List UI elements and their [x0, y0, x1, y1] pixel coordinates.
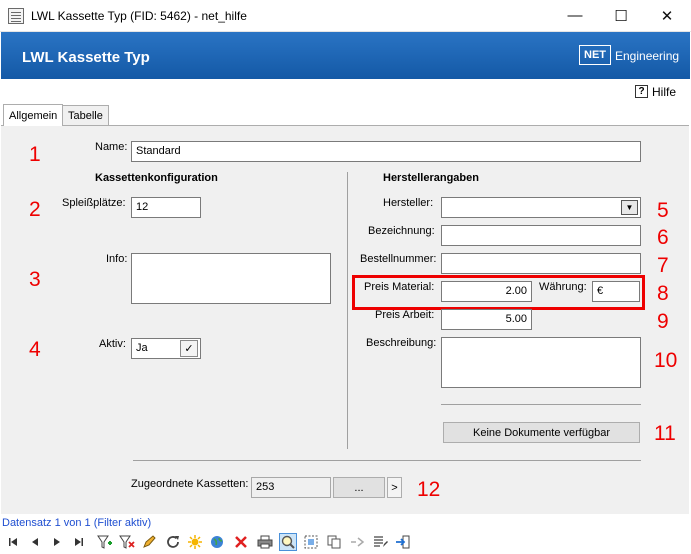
select-area-icon[interactable] [302, 533, 320, 551]
connect-icon[interactable] [348, 533, 366, 551]
aktiv-label: Aktiv: [99, 338, 126, 350]
vertical-divider [347, 172, 348, 449]
hersteller-label: Hersteller: [383, 197, 434, 209]
window-title: LWL Kassette Typ (FID: 5462) - net_hilfe [31, 9, 247, 23]
record-status: Datensatz 1 von 1 (Filter aktiv) [2, 517, 152, 529]
annotation-5: 5 [657, 199, 669, 222]
annotation-12: 12 [417, 478, 441, 501]
preis-material-input[interactable]: 2.00 [441, 281, 532, 302]
kassetten-value: 253 [251, 477, 331, 498]
add-filter-icon[interactable] [96, 533, 114, 551]
delete-icon[interactable] [232, 533, 250, 551]
globe-icon[interactable] [208, 533, 226, 551]
preis-material-label: Preis Material: [364, 281, 435, 293]
info-textarea[interactable] [131, 253, 331, 304]
kassetten-label: Zugeordnete Kassetten: [131, 478, 249, 490]
beschreibung-label: Beschreibung: [366, 337, 437, 349]
annotation-2: 2 [29, 198, 41, 221]
kassetten-next-button[interactable]: > [387, 477, 402, 498]
list-edit-icon[interactable] [371, 533, 389, 551]
hersteller-select[interactable] [441, 197, 641, 218]
aktiv-value: Ja [136, 342, 148, 354]
annotation-6: 6 [657, 226, 669, 249]
bottom-divider [133, 460, 641, 461]
tab-tabelle[interactable]: Tabelle [62, 105, 109, 125]
edit-pencil-icon[interactable] [140, 533, 158, 551]
spleissplaetze-input[interactable]: 12 [131, 197, 201, 218]
section-kassettenkonfiguration: Kassettenkonfiguration [95, 172, 218, 184]
annotation-1: 1 [29, 143, 41, 166]
next-record-icon[interactable] [48, 533, 66, 551]
kassetten-browse-button[interactable]: ... [333, 477, 385, 498]
spleissplaetze-label: Spleißplätze: [62, 197, 126, 209]
zoom-icon[interactable] [279, 533, 297, 551]
annotation-3: 3 [29, 268, 41, 291]
close-button[interactable]: ✕ [644, 0, 690, 31]
preis-arbeit-input[interactable]: 5.00 [441, 309, 532, 330]
bezeichnung-label: Bezeichnung: [368, 225, 435, 237]
maximize-button[interactable]: ☐ [598, 0, 644, 31]
dropdown-arrow-icon[interactable]: ▼ [621, 200, 638, 215]
bezeichnung-input[interactable] [441, 225, 641, 246]
minimize-button[interactable]: — [552, 0, 598, 31]
tab-allgemein[interactable]: Allgemein [3, 104, 64, 126]
waehrung-label: Währung: [539, 281, 587, 293]
new-record-icon[interactable] [186, 533, 204, 551]
form-title: LWL Kassette Typ [22, 49, 150, 66]
aktiv-check-icon[interactable]: ✓ [180, 340, 198, 357]
annotation-9: 9 [657, 310, 669, 333]
bestellnummer-label: Bestellnummer: [360, 253, 437, 265]
name-input[interactable]: Standard [131, 141, 641, 162]
annotation-7: 7 [657, 254, 669, 277]
help-link[interactable]: Hilfe [652, 85, 676, 99]
bestellnummer-input[interactable] [441, 253, 641, 274]
form-header: LWL Kassette Typ NET Engineering [1, 32, 690, 79]
copy-icon[interactable] [325, 533, 343, 551]
refresh-icon[interactable] [164, 533, 182, 551]
print-icon[interactable] [256, 533, 274, 551]
previous-record-icon[interactable] [26, 533, 44, 551]
app-table-icon [8, 8, 24, 24]
right-divider [441, 404, 641, 405]
beschreibung-textarea[interactable] [441, 337, 641, 388]
help-icon[interactable]: ? [635, 85, 648, 98]
annotation-4: 4 [29, 338, 41, 361]
first-record-icon[interactable] [4, 533, 22, 551]
waehrung-input[interactable]: € [592, 281, 640, 302]
annotation-10: 10 [654, 349, 678, 372]
annotation-11: 11 [654, 422, 676, 445]
net-logo: NET [579, 45, 611, 65]
info-label: Info: [106, 253, 128, 265]
last-record-icon[interactable] [70, 533, 88, 551]
section-herstellerangaben: Herstellerangaben [383, 172, 479, 184]
logo-text: Engineering [615, 49, 680, 63]
name-label: Name: [95, 141, 128, 153]
annotation-8: 8 [657, 282, 669, 305]
remove-filter-icon[interactable] [118, 533, 136, 551]
preis-arbeit-label: Preis Arbeit: [375, 309, 435, 321]
window-titlebar: LWL Kassette Typ (FID: 5462) - net_hilfe… [0, 0, 691, 32]
exit-icon[interactable] [394, 533, 412, 551]
dokumente-button[interactable]: Keine Dokumente verfügbar [443, 422, 640, 443]
